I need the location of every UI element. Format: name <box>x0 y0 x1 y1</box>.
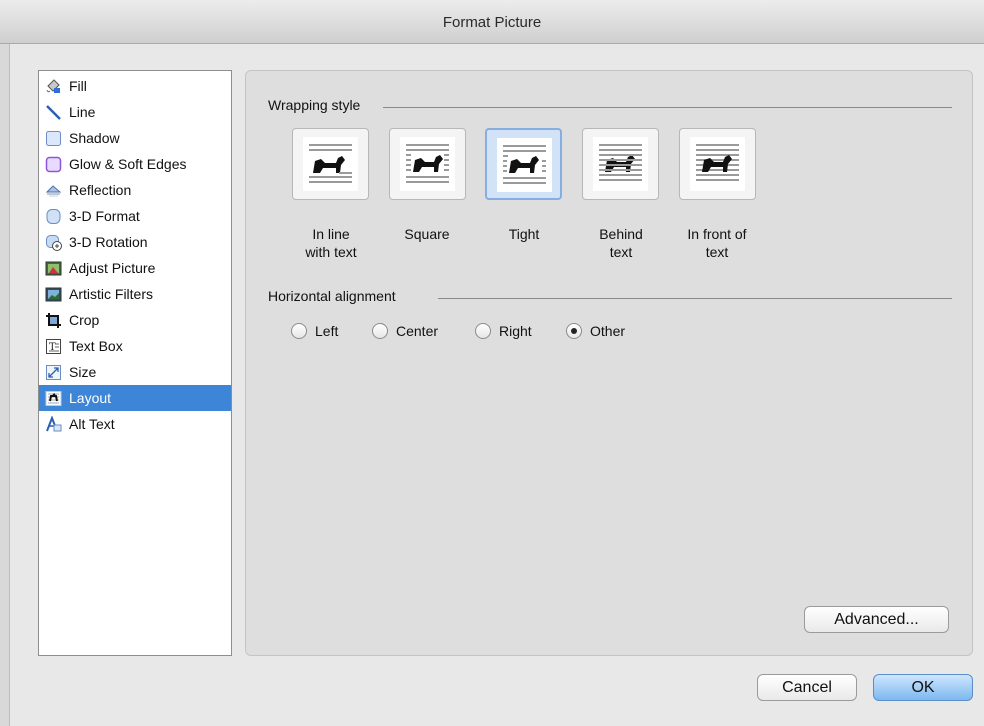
sidebar-item-label: 3-D Rotation <box>69 234 148 250</box>
align-right-label: Right <box>499 323 532 339</box>
wrap-square-caption: Square <box>382 225 472 243</box>
sidebar-item-artistic-filters[interactable]: Artistic Filters <box>39 281 231 307</box>
sidebar-item-label: Fill <box>69 78 87 94</box>
align-left-option[interactable]: Left <box>291 320 338 342</box>
sidebar-item-label: Shadow <box>69 130 120 146</box>
3d-rotation-icon <box>45 234 62 251</box>
wrap-in-front-button[interactable] <box>679 128 756 200</box>
sidebar-item-label: Alt Text <box>69 416 115 432</box>
line-icon <box>45 104 62 121</box>
crop-icon <box>45 312 62 329</box>
wrap-inline-caption: In line with text <box>286 225 376 261</box>
sidebar-item-label: Layout <box>69 390 112 406</box>
caption-line: text <box>609 244 633 260</box>
3d-format-icon <box>45 208 62 225</box>
sidebar-item-label: Reflection <box>69 182 132 198</box>
sidebar-item-label: 3-D Format <box>69 208 140 224</box>
wrap-in-front-caption: In front of text <box>672 225 762 261</box>
text-box-icon: T <box>45 338 62 355</box>
horizontal-alignment-label: Horizontal alignment <box>268 288 400 304</box>
layout-icon <box>45 390 62 407</box>
horizontal-alignment-divider <box>438 298 952 299</box>
wrap-tight-button[interactable] <box>485 128 562 200</box>
align-right-radio[interactable] <box>475 323 491 339</box>
wrap-behind-text-button[interactable] <box>582 128 659 200</box>
caption-line: In line <box>312 226 350 242</box>
sidebar-item-3d-format[interactable]: 3-D Format <box>39 203 231 229</box>
sidebar-item-crop[interactable]: Crop <box>39 307 231 333</box>
align-center-label: Center <box>396 323 439 339</box>
sidebar-item-3d-rotation[interactable]: 3-D Rotation <box>39 229 231 255</box>
window-title: Format Picture <box>442 14 542 31</box>
sidebar-item-label: Glow & Soft Edges <box>69 156 187 172</box>
sidebar-item-label: Crop <box>69 312 100 328</box>
shadow-icon <box>45 130 62 147</box>
window-edge <box>0 44 10 726</box>
advanced-button[interactable]: Advanced... <box>804 606 949 633</box>
alt-text-icon <box>45 415 62 433</box>
adjust-picture-icon <box>45 260 62 277</box>
category-list: Fill Line Shadow Glow & Soft Edges Refle… <box>38 70 232 656</box>
tight-wrap-icon <box>497 138 552 192</box>
align-right-option[interactable]: Right <box>475 320 532 342</box>
caption-line: Square <box>404 226 450 242</box>
align-center-option[interactable]: Center <box>372 320 438 342</box>
sidebar-item-text-box[interactable]: T Text Box <box>39 333 231 359</box>
sidebar-item-alt-text[interactable]: Alt Text <box>39 411 231 437</box>
caption-line: with text <box>305 244 357 260</box>
paint-bucket-icon <box>45 78 62 95</box>
sidebar-item-label: Adjust Picture <box>69 260 156 276</box>
sidebar-item-glow[interactable]: Glow & Soft Edges <box>39 151 231 177</box>
sidebar-item-label: Line <box>69 104 96 120</box>
align-other-radio[interactable] <box>566 323 582 339</box>
caption-line: Behind <box>599 226 643 242</box>
in-front-of-text-icon <box>690 137 745 191</box>
sidebar-item-label: Size <box>69 364 97 380</box>
size-icon <box>45 364 62 381</box>
wrap-tight-caption: Tight <box>479 225 569 243</box>
sidebar-item-label: Text Box <box>69 338 123 354</box>
caption-line: Tight <box>508 226 540 242</box>
sidebar-item-layout[interactable]: Layout <box>39 385 231 411</box>
caption-line: In front of <box>687 226 747 242</box>
inline-wrap-icon <box>303 137 358 191</box>
reflection-icon <box>45 182 62 199</box>
wrapping-style-divider <box>383 107 952 108</box>
cancel-button[interactable]: Cancel <box>757 674 857 701</box>
wrap-square-button[interactable] <box>389 128 466 200</box>
sidebar-item-fill[interactable]: Fill <box>39 73 231 99</box>
wrapping-style-label: Wrapping style <box>268 97 365 113</box>
wrap-inline-button[interactable] <box>292 128 369 200</box>
sidebar-item-line[interactable]: Line <box>39 99 231 125</box>
align-left-label: Left <box>315 323 339 339</box>
sidebar-item-size[interactable]: Size <box>39 359 231 385</box>
sidebar-item-reflection[interactable]: Reflection <box>39 177 231 203</box>
sidebar-item-adjust-picture[interactable]: Adjust Picture <box>39 255 231 281</box>
align-center-radio[interactable] <box>372 323 388 339</box>
wrap-behind-caption: Behind text <box>576 225 666 261</box>
title-bar: Format Picture <box>0 0 984 44</box>
glow-icon <box>45 156 62 173</box>
sidebar-item-shadow[interactable]: Shadow <box>39 125 231 151</box>
ok-button[interactable]: OK <box>873 674 973 701</box>
align-left-radio[interactable] <box>291 323 307 339</box>
behind-text-icon <box>593 137 648 191</box>
sidebar-item-label: Artistic Filters <box>69 286 153 302</box>
align-other-label: Other <box>590 323 626 339</box>
square-wrap-icon <box>400 137 455 191</box>
align-other-option[interactable]: Other <box>566 320 625 342</box>
artistic-filters-icon <box>45 286 62 303</box>
caption-line: text <box>705 244 729 260</box>
